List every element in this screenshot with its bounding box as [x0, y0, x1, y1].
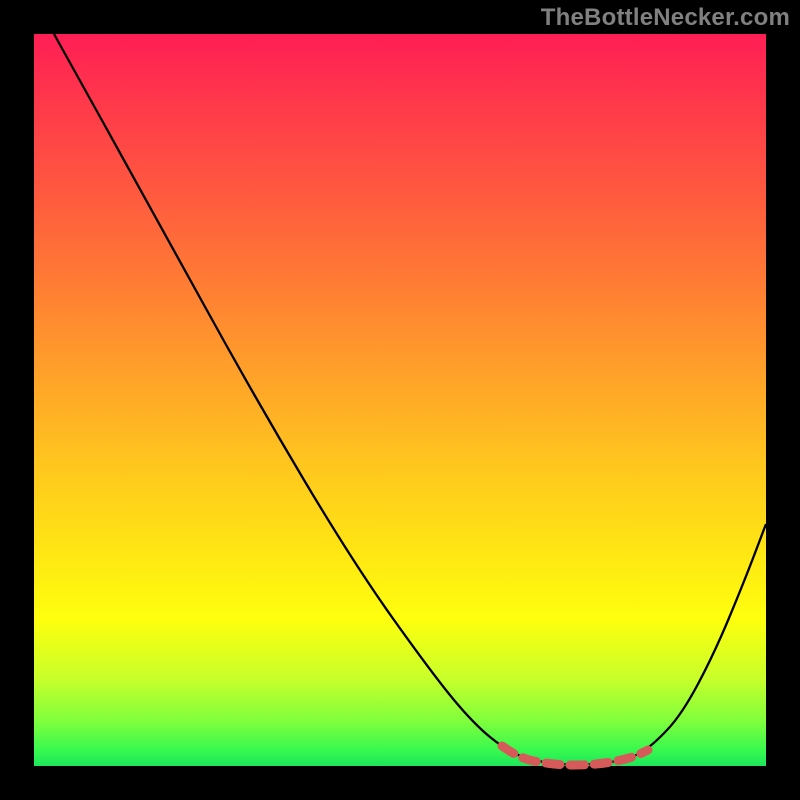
plot-area	[34, 34, 766, 766]
curve-svg	[34, 34, 766, 766]
bottleneck-curve	[54, 34, 766, 765]
watermark-text: TheBottleNecker.com	[541, 4, 790, 32]
chart-frame: TheBottleNecker.com	[0, 0, 800, 800]
highlight-segment	[502, 746, 648, 765]
